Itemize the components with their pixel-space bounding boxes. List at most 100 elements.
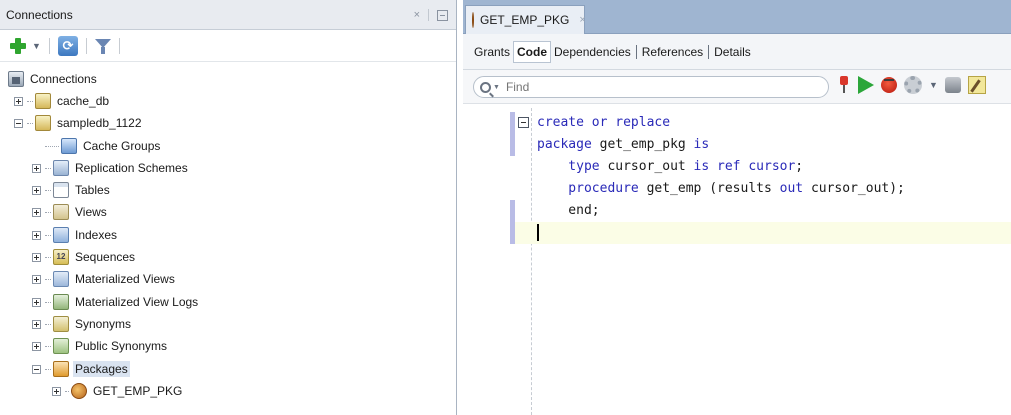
debug-icon[interactable]	[881, 77, 897, 93]
code-line[interactable]: type cursor_out is ref cursor;	[515, 156, 1011, 178]
tree-connector	[65, 390, 69, 392]
edit-icon[interactable]	[967, 76, 986, 94]
search-icon[interactable]	[480, 81, 491, 93]
tab-code[interactable]: Code	[513, 40, 552, 63]
cache-groups-icon	[61, 138, 77, 154]
code-line[interactable]: create or replace	[515, 112, 1011, 134]
tree-item-views[interactable]: Views	[32, 201, 109, 223]
connections-panel-title: Connections	[6, 7, 73, 22]
tree-item-get-emp-pkg[interactable]: GET_EMP_PKG	[52, 380, 184, 402]
tree-item-materialized-views[interactable]: Materialized Views	[32, 268, 177, 290]
toolbar-separator	[85, 37, 87, 54]
code-line[interactable]: package get_emp_pkg is	[515, 134, 1011, 156]
collapse-toggle-icon[interactable]	[32, 364, 41, 374]
code-line[interactable]: procedure get_emp (results out cursor_ou…	[515, 178, 1011, 200]
tab-dependencies[interactable]: Dependencies	[551, 42, 634, 62]
code-line[interactable]: end;	[515, 200, 1011, 222]
expand-toggle-icon[interactable]	[32, 230, 41, 240]
tree-item-sequences[interactable]: 12 Sequences	[32, 246, 137, 268]
tree-item-indexes[interactable]: Indexes	[32, 224, 119, 246]
find-input[interactable]	[505, 80, 806, 94]
code-text: ;	[795, 159, 804, 174]
code-keyword: create or replace	[537, 115, 671, 130]
tree-connector	[45, 167, 51, 169]
tab-references[interactable]: References	[639, 42, 706, 62]
editor-gutter	[463, 104, 509, 415]
tab-grants[interactable]: Grants	[471, 42, 513, 62]
synonyms-icon	[53, 316, 69, 332]
tree-item-replication-schemes[interactable]: Replication Schemes	[32, 157, 190, 179]
package-icon	[472, 12, 474, 28]
close-tab-icon[interactable]: ×	[579, 14, 585, 26]
editor-toolbar: ▼ ▼	[463, 70, 1011, 104]
code-keyword: is	[693, 137, 710, 152]
code-text: get_emp_pkg	[591, 137, 694, 152]
expand-toggle-icon[interactable]	[32, 297, 41, 307]
toolbar-separator	[48, 37, 50, 54]
refresh-icon[interactable]: ⟳	[57, 35, 78, 56]
tree-connector	[45, 189, 51, 191]
tree-item-materialized-view-logs[interactable]: Materialized View Logs	[32, 291, 200, 313]
tree-connector	[45, 211, 51, 213]
tree-connector	[45, 145, 59, 147]
tab-separator	[635, 44, 637, 59]
expand-toggle-icon[interactable]	[32, 185, 41, 195]
code-line[interactable]	[515, 222, 1011, 244]
tree-item-connections[interactable]: Connections	[8, 68, 99, 90]
compile-icon[interactable]	[944, 77, 961, 93]
add-connection-icon[interactable]	[8, 36, 28, 56]
tab-details[interactable]: Details	[711, 42, 754, 62]
tree-item-tables[interactable]: Tables	[32, 179, 112, 201]
tree-connector	[45, 323, 51, 325]
code-editor[interactable]: create or replace package get_emp_pkg is …	[463, 104, 1011, 415]
code-text: get_emp (results	[638, 181, 780, 196]
pin-icon[interactable]	[837, 76, 851, 94]
header-divider	[428, 9, 429, 21]
expand-toggle-icon[interactable]	[32, 274, 41, 284]
code-keyword: type	[537, 159, 600, 174]
code-text[interactable]: create or replace package get_emp_pkg is …	[515, 112, 1011, 244]
expand-toggle-icon[interactable]	[14, 96, 23, 106]
search-options-caret-icon[interactable]: ▼	[493, 84, 500, 91]
expand-toggle-icon[interactable]	[52, 386, 61, 396]
code-text: cursor_out);	[803, 181, 905, 196]
tables-icon	[53, 182, 69, 198]
fold-toggle-icon[interactable]	[518, 117, 529, 128]
tree-item-label: Connections	[30, 72, 97, 86]
tree-item-sampledb-1122[interactable]: sampledb_1122	[14, 112, 144, 134]
minimize-panel-icon[interactable]	[437, 9, 448, 21]
expand-toggle-icon[interactable]	[32, 252, 41, 262]
close-panel-icon[interactable]: ×	[414, 9, 420, 21]
connections-tree: Connections cache_db sampledb_1122 Cache…	[0, 62, 456, 399]
connection-icon	[35, 93, 51, 109]
tree-connector	[45, 278, 51, 280]
expand-toggle-icon[interactable]	[32, 341, 41, 351]
settings-icon[interactable]	[904, 76, 922, 94]
tree-item-packages[interactable]: Packages	[32, 358, 130, 380]
find-box[interactable]: ▼	[473, 76, 829, 98]
connections-panel-header: Connections ×	[0, 0, 456, 30]
tree-item-public-synonyms[interactable]: Public Synonyms	[32, 335, 169, 357]
add-dropdown-caret-icon[interactable]: ▼	[32, 41, 41, 51]
collapse-toggle-icon[interactable]	[14, 118, 23, 128]
tree-item-label: cache_db	[57, 94, 110, 108]
code-text: cursor_out	[599, 159, 694, 174]
expand-toggle-icon[interactable]	[32, 163, 41, 173]
expand-toggle-icon[interactable]	[32, 319, 41, 329]
public-synonyms-icon	[53, 338, 69, 354]
tab-get-emp-pkg[interactable]: GET_EMP_PKG ×	[465, 5, 586, 34]
code-keyword: is ref cursor	[693, 159, 796, 174]
tree-item-synonyms[interactable]: Synonyms	[32, 313, 133, 335]
tree-item-label: GET_EMP_PKG	[93, 384, 183, 398]
sequences-icon: 12	[53, 249, 69, 265]
tree-item-cache-groups[interactable]: Cache Groups	[32, 135, 162, 157]
tree-connector	[45, 368, 51, 370]
tree-item-label: Packages	[73, 361, 130, 377]
filter-icon[interactable]	[94, 37, 111, 55]
expand-toggle-icon[interactable]	[32, 207, 41, 217]
document-tab-strip: GET_EMP_PKG ×	[463, 0, 1011, 34]
tree-item-cache-db[interactable]: cache_db	[14, 90, 111, 112]
run-icon[interactable]	[858, 76, 874, 94]
tree-item-label: Public Synonyms	[75, 339, 168, 353]
dropdown-caret-icon[interactable]: ▼	[929, 80, 938, 90]
